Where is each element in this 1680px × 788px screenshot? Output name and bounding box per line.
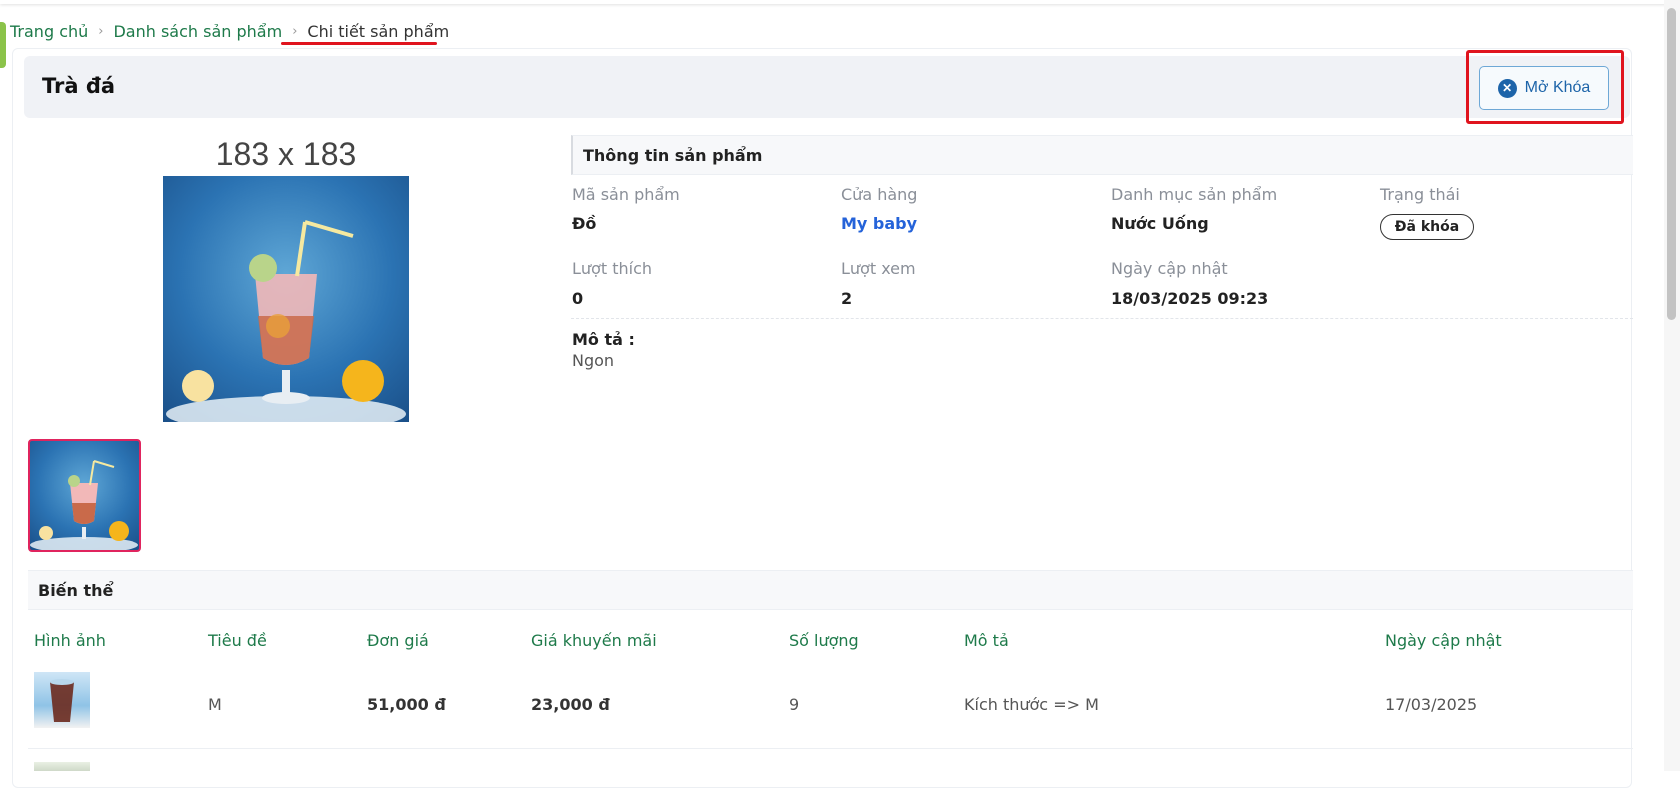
product-info-section-title: Thông tin sản phẩm xyxy=(571,135,1633,175)
category-label: Danh mục sản phẩm xyxy=(1111,185,1278,204)
views-value: 2 xyxy=(841,289,853,308)
sidebar-toggle-tab[interactable] xyxy=(0,22,6,68)
variant-image[interactable] xyxy=(34,762,90,771)
column-header-updated: Ngày cập nhật xyxy=(1385,631,1502,650)
page-title: Trà đá xyxy=(42,74,116,98)
table-row-divider xyxy=(28,748,1633,749)
category-value: Nước Uống xyxy=(1111,214,1209,233)
breadcrumb-product-list-link[interactable]: Danh sách sản phẩm xyxy=(113,22,282,41)
product-main-image xyxy=(163,176,409,422)
description-value: Ngon xyxy=(572,351,615,370)
views-label: Lượt xem xyxy=(841,259,916,278)
column-header-sale-price: Giá khuyến mãi xyxy=(531,631,657,650)
chevron-right-icon: › xyxy=(98,23,104,39)
description-label: Mô tả : xyxy=(572,330,635,349)
divider xyxy=(571,318,1633,319)
product-code-value: Đồ xyxy=(572,214,597,233)
variant-title: M xyxy=(208,695,222,714)
column-header-title: Tiêu đề xyxy=(208,631,267,650)
store-link[interactable]: My baby xyxy=(841,214,917,233)
variant-quantity: 9 xyxy=(789,695,800,714)
column-header-quantity: Số lượng xyxy=(789,631,859,650)
variant-description: Kích thước => M xyxy=(964,695,1099,714)
variant-updated: 17/03/2025 xyxy=(1385,695,1478,714)
breadcrumb: Trang chủ › Danh sách sản phẩm › Chi tiế… xyxy=(10,20,449,42)
variant-price: 51,000 đ xyxy=(367,695,446,714)
updated-label: Ngày cập nhật xyxy=(1111,259,1228,278)
unlock-button[interactable]: ✕ Mở Khóa xyxy=(1479,66,1609,110)
image-size-label: 183 x 183 xyxy=(215,136,357,172)
product-header xyxy=(24,56,1630,118)
status-label: Trạng thái xyxy=(1380,185,1460,204)
annotation-underline xyxy=(281,42,437,45)
store-label: Cửa hàng xyxy=(841,185,918,204)
top-bar xyxy=(0,0,1680,4)
status-badge: Đã khóa xyxy=(1380,214,1474,240)
product-code-label: Mã sản phẩm xyxy=(572,185,680,204)
unlock-button-label: Mở Khóa xyxy=(1524,79,1591,96)
breadcrumb-home-link[interactable]: Trang chủ xyxy=(10,22,88,41)
variant-image[interactable] xyxy=(34,672,90,728)
likes-label: Lượt thích xyxy=(572,259,652,278)
likes-value: 0 xyxy=(572,289,584,308)
chevron-right-icon: › xyxy=(292,23,298,39)
scrollbar-thumb[interactable] xyxy=(1667,8,1676,320)
product-thumbnail[interactable] xyxy=(28,439,141,552)
column-header-image: Hình ảnh xyxy=(34,631,106,650)
breadcrumb-current: Chi tiết sản phẩm xyxy=(307,21,450,41)
close-circle-icon: ✕ xyxy=(1497,78,1517,98)
variants-section-title: Biến thể xyxy=(28,570,1633,610)
column-header-description: Mô tả xyxy=(964,631,1009,650)
variant-sale-price: 23,000 đ xyxy=(531,695,610,714)
column-header-price: Đơn giá xyxy=(367,631,429,650)
updated-value: 18/03/2025 09:23 xyxy=(1111,289,1269,308)
